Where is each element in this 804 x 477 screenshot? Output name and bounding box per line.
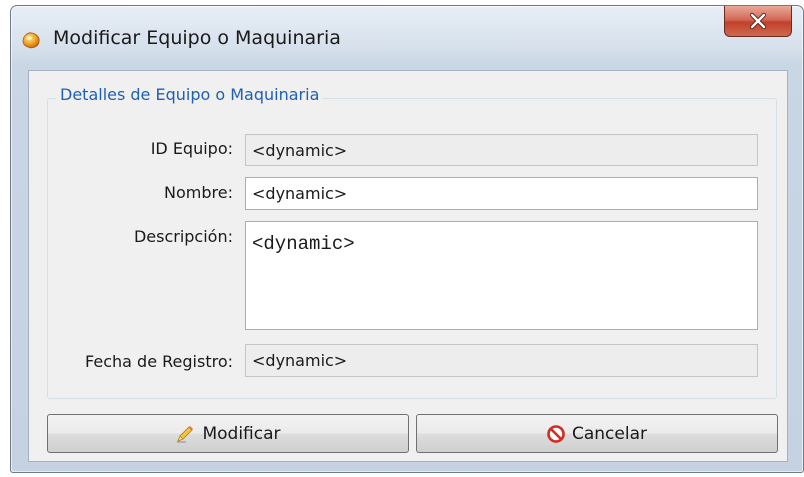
- dialog-window: Modificar Equipo o Maquinaria Detalles d…: [10, 5, 804, 473]
- close-button[interactable]: [724, 6, 792, 37]
- id-equipo-label: ID Equipo:: [150, 139, 233, 158]
- nombre-label: Nombre:: [164, 183, 233, 202]
- descripcion-textarea[interactable]: <dynamic>: [245, 221, 758, 330]
- fecha-registro-field: <dynamic>: [245, 344, 758, 377]
- fecha-registro-value: <dynamic>: [252, 351, 348, 370]
- id-equipo-value: <dynamic>: [252, 140, 348, 160]
- window-title: Modificar Equipo o Maquinaria: [53, 27, 341, 49]
- descripcion-value: <dynamic>: [252, 233, 355, 255]
- id-equipo-field: <dynamic>: [245, 134, 758, 166]
- pencil-icon: [175, 424, 195, 444]
- details-group: Detalles de Equipo o Maquinaria ID Equip…: [47, 85, 777, 399]
- modificar-button[interactable]: Modificar: [47, 414, 409, 453]
- modificar-label: Modificar: [202, 423, 281, 444]
- cancelar-label: Cancelar: [572, 423, 647, 444]
- cancel-icon: [547, 424, 565, 443]
- nombre-value: <dynamic>: [252, 184, 348, 203]
- fecha-registro-label: Fecha de Registro:: [85, 352, 233, 371]
- title-bar[interactable]: Modificar Equipo o Maquinaria: [11, 6, 803, 66]
- app-icon: [21, 30, 41, 50]
- close-icon: [748, 12, 768, 30]
- nombre-input[interactable]: <dynamic>: [245, 177, 758, 210]
- cancelar-button[interactable]: Cancelar: [416, 414, 778, 453]
- dialog-content: Detalles de Equipo o Maquinaria ID Equip…: [28, 70, 788, 462]
- descripcion-label: Descripción:: [133, 227, 233, 246]
- group-legend: Detalles de Equipo o Maquinaria: [56, 85, 324, 104]
